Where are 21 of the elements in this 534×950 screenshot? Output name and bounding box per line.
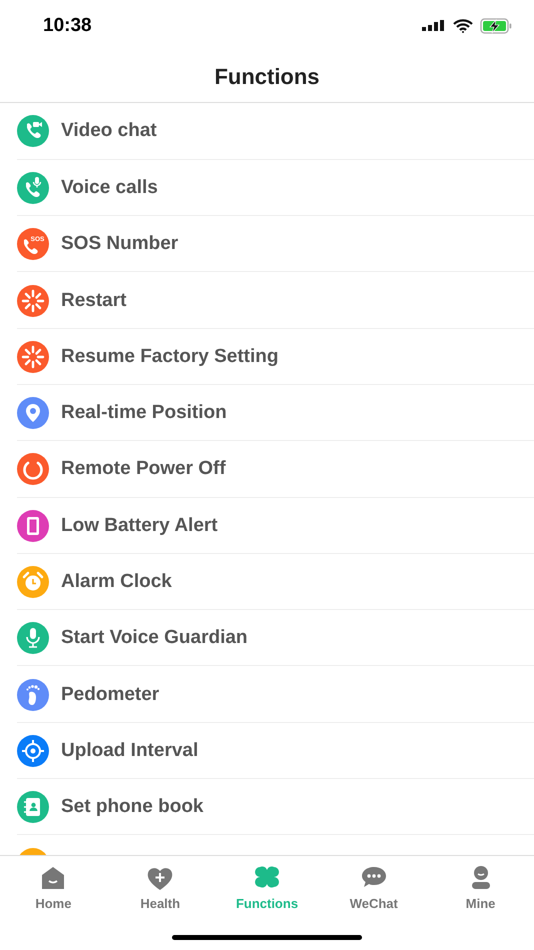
function-item[interactable]: Pedometer (0, 666, 534, 722)
function-item[interactable]: Low Battery Alert (0, 497, 534, 554)
tab[interactable]: Home (0, 856, 107, 911)
status-time: 10:38 (43, 15, 92, 37)
wifi-icon (453, 19, 473, 33)
function-item[interactable]: Resume Factory Setting (0, 328, 534, 384)
function-item[interactable]: Voice calls (0, 159, 534, 216)
function-item[interactable]: Real-time Position (0, 384, 534, 441)
function-item[interactable]: Start Voice Guardian (0, 610, 534, 666)
function-item[interactable]: Restart (0, 272, 534, 328)
tab[interactable]: WeChat (320, 856, 428, 911)
page-title: Functions (214, 64, 320, 90)
tab[interactable]: Mine (427, 856, 534, 911)
function-item[interactable]: Set phone book (0, 778, 534, 835)
function-item[interactable]: Upload Interval (0, 722, 534, 779)
function-item[interactable]: Alarm Clock (0, 553, 534, 610)
battery-charging-icon (480, 18, 512, 34)
signal-icon (422, 20, 446, 32)
tab[interactable]: Health (106, 856, 214, 911)
function-item[interactable]: Remote Power Off (0, 440, 534, 498)
function-item[interactable]: Video chat (0, 103, 534, 160)
